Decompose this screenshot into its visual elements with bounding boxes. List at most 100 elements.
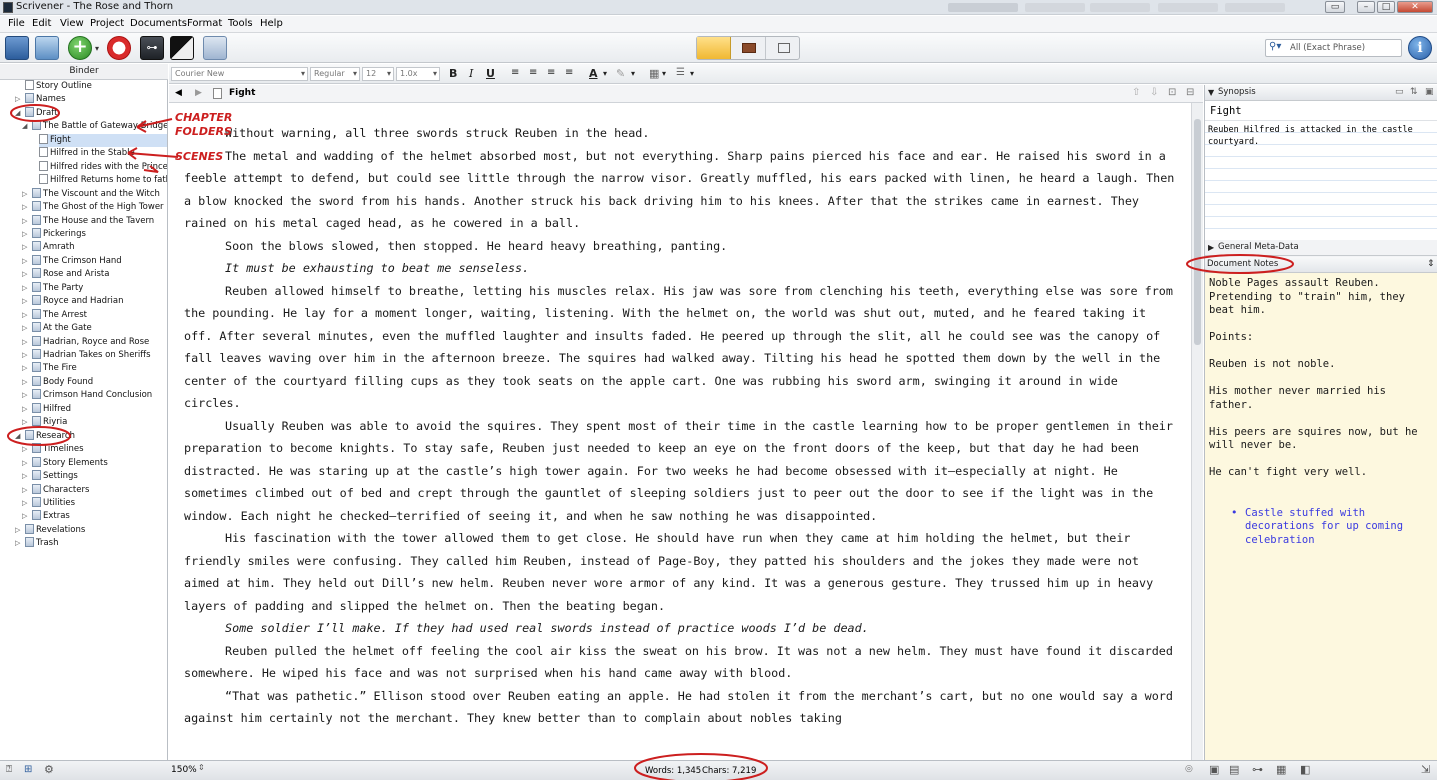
highlight-icon[interactable]: ✎ bbox=[616, 67, 625, 80]
synopsis-text-field[interactable]: Reuben Hilfred is attacked in the castle… bbox=[1205, 121, 1437, 243]
menu-edit[interactable]: Edit bbox=[32, 18, 51, 29]
keywords-icon[interactable]: ⊶ bbox=[140, 36, 164, 60]
binder-item[interactable]: ▷ Utilities bbox=[22, 496, 75, 510]
binder-item[interactable]: ▷ The House and the Tavern bbox=[22, 214, 154, 228]
binder-item[interactable]: ▷ Story Elements bbox=[22, 456, 108, 470]
minimize-button[interactable]: – bbox=[1357, 1, 1375, 13]
synopsis-mode-icon[interactable]: ⇅ bbox=[1410, 85, 1418, 100]
menu-documents[interactable]: Documents bbox=[130, 18, 187, 29]
table-icon[interactable]: ▦ bbox=[649, 67, 659, 80]
chevron-right-icon[interactable]: ▷ bbox=[22, 470, 30, 483]
add-item-icon[interactable]: ⊞ bbox=[24, 764, 32, 775]
chevron-down-icon[interactable]: ▾ bbox=[662, 69, 666, 78]
chevron-updown-icon[interactable]: ⇕ bbox=[1427, 257, 1435, 272]
binder-item[interactable]: ▷ Settings bbox=[22, 470, 78, 483]
image-icon[interactable]: ▣ bbox=[1425, 85, 1434, 100]
menu-format[interactable]: Format bbox=[187, 18, 222, 29]
chevron-down-icon[interactable]: ▾ bbox=[690, 69, 694, 78]
chevron-down-icon[interactable]: ▾ bbox=[603, 69, 607, 78]
chevron-right-icon[interactable]: ▷ bbox=[22, 215, 30, 228]
target-icon[interactable]: ◎ bbox=[1185, 764, 1193, 774]
menu-project[interactable]: Project bbox=[90, 18, 124, 29]
bold-button[interactable]: B bbox=[449, 67, 457, 80]
corkboard-view-icon[interactable] bbox=[732, 37, 766, 59]
align-left-icon[interactable]: ≡ bbox=[511, 67, 519, 78]
synopsis-title-field[interactable]: Fight bbox=[1205, 101, 1437, 121]
split-editor-icon[interactable]: ⊟ bbox=[1186, 87, 1194, 98]
delete-icon[interactable] bbox=[107, 36, 131, 60]
document-notes-header[interactable]: Document Notes ⇕ bbox=[1205, 257, 1437, 273]
binder-item[interactable]: ▷ The Fire bbox=[22, 362, 77, 375]
gear-icon[interactable]: ⚙ bbox=[44, 763, 54, 776]
composition-mode-icon[interactable] bbox=[170, 36, 194, 60]
chevron-right-icon[interactable]: ▷ bbox=[22, 336, 30, 349]
search-box[interactable]: ⚲▾ All (Exact Phrase) bbox=[1265, 39, 1402, 57]
binder-item[interactable]: ▷ Timelines bbox=[22, 443, 84, 456]
binder-item[interactable]: ▷ Extras bbox=[22, 510, 70, 523]
back-arrow-icon[interactable]: ◀ bbox=[175, 88, 182, 98]
binder-toggle-icon[interactable] bbox=[5, 36, 29, 60]
line-spacing-select[interactable]: 1.0x bbox=[396, 67, 440, 81]
binder-item[interactable]: Story Outline bbox=[25, 80, 92, 93]
chevron-right-icon[interactable]: ▷ bbox=[22, 443, 30, 456]
menu-tools[interactable]: Tools bbox=[228, 18, 253, 29]
chevron-right-icon[interactable]: ▷ bbox=[15, 537, 23, 550]
chevron-right-icon[interactable]: ▷ bbox=[22, 309, 30, 322]
editor-scrollbar[interactable] bbox=[1191, 103, 1203, 760]
chevron-right-icon[interactable]: ▷ bbox=[22, 322, 30, 335]
chevron-down-icon[interactable]: ▾ bbox=[631, 69, 635, 78]
chevron-down-icon[interactable]: ◢ bbox=[22, 120, 30, 133]
chevron-right-icon[interactable]: ▷ bbox=[22, 416, 30, 429]
chevron-right-icon[interactable]: ▷ bbox=[22, 282, 30, 295]
references-icon[interactable]: ⊡ bbox=[1168, 87, 1176, 98]
zoom-level[interactable]: 150% bbox=[171, 765, 197, 775]
chevron-down-icon[interactable]: ◢ bbox=[15, 430, 23, 443]
maximize-button[interactable]: □ bbox=[1377, 1, 1395, 13]
chevron-right-icon[interactable]: ▷ bbox=[22, 510, 30, 523]
binder-item[interactable]: ▷ Revelations bbox=[15, 523, 85, 537]
chevron-right-icon[interactable]: ▷ bbox=[22, 255, 30, 268]
underline-button[interactable]: U bbox=[486, 67, 495, 80]
binder-item[interactable]: ▷ The Party bbox=[22, 281, 83, 295]
italic-button[interactable]: I bbox=[469, 67, 473, 80]
binder-item[interactable]: ▷ Hadrian, Royce and Rose bbox=[22, 335, 149, 349]
font-size-select[interactable]: 12 bbox=[362, 67, 394, 81]
chevron-right-icon[interactable]: ▷ bbox=[22, 484, 30, 497]
editor-text-area[interactable]: Without warning, all three swords struck… bbox=[169, 103, 1191, 760]
search-input[interactable]: All (Exact Phrase) bbox=[1290, 43, 1365, 53]
minimize-icon[interactable]: ▭ bbox=[1395, 85, 1404, 100]
outliner-view-icon[interactable] bbox=[767, 37, 801, 59]
chevron-right-icon[interactable]: ▷ bbox=[22, 362, 30, 375]
align-right-icon[interactable]: ≡ bbox=[547, 67, 555, 78]
binder-item[interactable]: ▷ The Ghost of the High Tower bbox=[22, 201, 164, 214]
align-justify-icon[interactable]: ≡ bbox=[565, 67, 573, 78]
chevron-right-icon[interactable]: ▷ bbox=[22, 389, 30, 402]
chevron-right-icon[interactable]: ▷ bbox=[22, 228, 30, 241]
references-tab-icon[interactable]: ▤ bbox=[1229, 763, 1239, 776]
binder-item[interactable]: ◢ The Battle of Gateway Bridge bbox=[22, 120, 167, 133]
editor-doc-title[interactable]: Fight bbox=[229, 88, 255, 98]
synopsis-header[interactable]: ▼ Synopsis ▭ ⇅ ▣ bbox=[1205, 85, 1437, 101]
binder-item[interactable]: ▷ Hadrian Takes on Sheriffs bbox=[22, 349, 151, 362]
chevron-right-icon[interactable]: ▷ bbox=[22, 201, 30, 214]
binder-item[interactable]: ▷ Names bbox=[15, 93, 66, 106]
binder-item[interactable]: ▷ At the Gate bbox=[22, 322, 92, 335]
notes-tab-icon[interactable]: ▣ bbox=[1209, 763, 1219, 776]
metadata-tab-icon[interactable]: ▦ bbox=[1276, 763, 1286, 776]
binder-item[interactable]: ▷ Crimson Hand Conclusion bbox=[22, 389, 152, 402]
restore-extra-icon[interactable]: ▭ bbox=[1325, 1, 1345, 13]
chevron-right-icon[interactable]: ▷ bbox=[22, 188, 30, 201]
document-notes-area[interactable]: Noble Pages assault Reuben. Pretending t… bbox=[1205, 273, 1437, 760]
text-color-icon[interactable]: A bbox=[589, 67, 598, 80]
up-arrow-icon[interactable]: ⇧ bbox=[1132, 87, 1140, 98]
chevron-down-icon[interactable]: ◢ bbox=[15, 107, 23, 120]
font-style-select[interactable]: Regular bbox=[310, 67, 360, 81]
binder-item[interactable]: Fight bbox=[39, 133, 167, 147]
chevron-right-icon[interactable]: ▷ bbox=[22, 349, 30, 362]
chevron-right-icon[interactable]: ▷ bbox=[15, 93, 23, 106]
inspector-search-icon[interactable] bbox=[203, 36, 227, 60]
open-folder-icon[interactable] bbox=[35, 36, 59, 60]
binder-item[interactable]: ▷ The Arrest bbox=[22, 308, 87, 322]
binder-item[interactable]: ▷ Body Found bbox=[22, 375, 93, 389]
chevron-right-icon[interactable]: ▷ bbox=[22, 268, 30, 281]
